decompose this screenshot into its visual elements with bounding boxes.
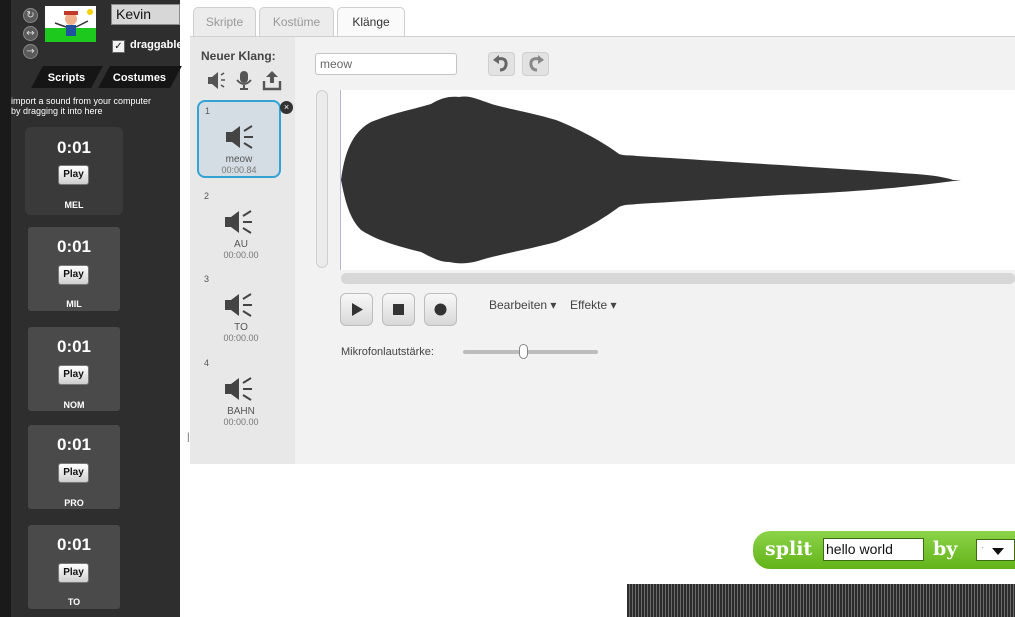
sound-item[interactable]: 2 AU 00:00.00 xyxy=(198,187,284,269)
sound-item-duration: 00:00.84 xyxy=(221,165,257,175)
sound-editor: Neuer Klang: 1 meow 00:00.84 × 2 AU 00:0… xyxy=(190,36,1015,464)
play-button[interactable]: Play xyxy=(58,463,89,483)
split-delimiter-dropdown[interactable]: · xyxy=(976,539,1015,561)
stop-sound-button[interactable] xyxy=(382,293,415,326)
sprite-name-field[interactable]: Kevin xyxy=(111,4,180,25)
play-icon xyxy=(352,303,363,316)
split-text-input[interactable]: hello world xyxy=(823,538,924,561)
rotate-lr-icon[interactable]: ↔ xyxy=(23,26,38,41)
play-button[interactable]: Play xyxy=(58,165,89,185)
tab-scripts[interactable]: Scripts xyxy=(31,66,103,88)
dropdown-arrow-icon xyxy=(992,548,1004,555)
sprite-thumbnail[interactable] xyxy=(45,6,96,42)
microphone-icon[interactable] xyxy=(233,69,255,91)
record-button[interactable] xyxy=(424,293,457,326)
sound-name: PRO xyxy=(64,498,84,508)
tab-sounds[interactable]: Klänge xyxy=(337,7,405,37)
speaker-icon xyxy=(226,125,253,149)
upload-icon[interactable] xyxy=(261,69,283,91)
draggable-checkbox[interactable]: ✓ xyxy=(112,40,125,53)
effects-menu[interactable]: Effekte ▾ xyxy=(570,298,617,312)
new-sound-label: Neuer Klang: xyxy=(201,49,276,63)
speaker-icon xyxy=(225,377,252,401)
sound-item[interactable]: 4 BAHN 00:00.00 xyxy=(198,354,284,436)
play-button[interactable]: Play xyxy=(58,265,89,285)
tab-costumes[interactable]: Kostüme xyxy=(259,7,334,36)
sound-item[interactable]: 1 meow 00:00.84 xyxy=(197,100,281,178)
redo-icon xyxy=(529,55,544,72)
import-sound-hint: import a sound from your computer by dra… xyxy=(11,96,180,116)
tab-costumes-label: Costumes xyxy=(112,72,167,84)
split-delimiter-value: · xyxy=(981,542,985,553)
hint-line-2: by dragging it into here xyxy=(11,106,103,116)
waveform xyxy=(341,96,961,264)
waveform-view[interactable] xyxy=(340,90,1015,270)
rotate-none-icon[interactable]: → xyxy=(23,44,38,59)
play-button[interactable]: Play xyxy=(58,365,89,385)
mic-volume-label: Mikrofonlautstärke: xyxy=(341,346,434,358)
sound-duration: 0:01 xyxy=(56,435,92,454)
snap-sprite-panel: ↻ ↔ → Kevin ✓ draggable Scripts Costumes… xyxy=(0,0,183,617)
sound-name: TO xyxy=(67,597,81,607)
stop-icon xyxy=(393,304,404,315)
sound-name-input[interactable]: meow xyxy=(315,53,457,75)
mic-volume-slider-knob[interactable] xyxy=(519,344,529,359)
panel-edge xyxy=(0,0,11,617)
sound-duration: 0:01 xyxy=(56,237,92,256)
sound-duration: 0:01 xyxy=(56,535,92,554)
redo-button[interactable] xyxy=(522,52,549,76)
play-button[interactable]: Play xyxy=(58,563,89,583)
sound-list: Neuer Klang: 1 meow 00:00.84 × 2 AU 00:0… xyxy=(190,37,295,464)
sound-name: MIL xyxy=(66,299,82,309)
tab-scripts-label: Scripts xyxy=(47,72,86,84)
sound-library-icon[interactable] xyxy=(205,69,227,91)
draggable-label: draggable xyxy=(130,39,183,51)
snap-sound-card[interactable]: 0:01 Play xyxy=(28,425,120,509)
undo-icon xyxy=(493,55,508,72)
sound-name: NOM xyxy=(63,400,85,410)
hint-line-1: import a sound from your computer xyxy=(11,96,152,106)
sound-item-name: AU xyxy=(234,239,248,250)
sound-item-name: meow xyxy=(225,154,253,165)
tab-costumes[interactable]: Costumes xyxy=(98,66,182,88)
sound-item-name: TO xyxy=(234,322,248,333)
waveform-vertical-scrollbar[interactable] xyxy=(316,90,328,268)
sound-item-duration: 00:00.00 xyxy=(223,250,259,260)
sound-duration: 0:01 xyxy=(56,138,92,157)
split-by-label: by xyxy=(933,538,958,560)
snap-sound-card[interactable]: 0:01 Play xyxy=(28,327,120,411)
sound-item-number: 4 xyxy=(204,358,210,368)
sound-item-duration: 00:00.00 xyxy=(223,417,259,427)
delete-sound-button[interactable]: × xyxy=(280,101,293,114)
striped-bar xyxy=(627,584,1015,617)
undo-button[interactable] xyxy=(488,52,515,76)
sound-name: MEL xyxy=(64,200,84,210)
sound-item-number: 3 xyxy=(204,274,210,284)
sound-item[interactable]: 3 TO 00:00.00 xyxy=(198,270,284,352)
speaker-icon xyxy=(225,293,252,317)
divider-mark: | xyxy=(187,432,190,443)
speaker-icon xyxy=(225,210,252,234)
rotate-free-icon[interactable]: ↻ xyxy=(23,8,38,23)
split-block-label: split xyxy=(765,538,813,560)
tab-scripts[interactable]: Skripte xyxy=(193,7,256,36)
split-block[interactable]: split hello world by · xyxy=(753,531,1015,569)
play-sound-button[interactable] xyxy=(340,293,373,326)
edit-menu[interactable]: Bearbeiten ▾ xyxy=(489,298,556,312)
sound-item-number: 1 xyxy=(205,106,211,116)
sound-item-name: BAHN xyxy=(227,406,255,417)
waveform-horizontal-scrollbar[interactable] xyxy=(341,273,1015,284)
sound-item-duration: 00:00.00 xyxy=(223,333,259,343)
sound-item-number: 2 xyxy=(204,191,210,201)
record-icon xyxy=(434,303,447,316)
mic-volume-slider[interactable] xyxy=(463,350,598,354)
sound-duration: 0:01 xyxy=(56,337,92,356)
